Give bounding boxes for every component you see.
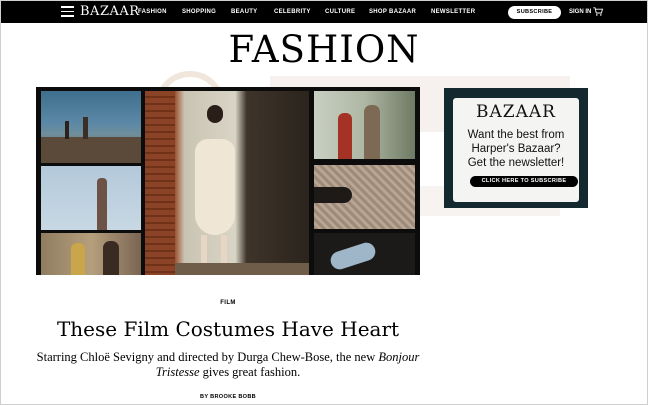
ad-line-1: Want the best from: [467, 129, 565, 141]
dek-suffix: gives great fashion.: [199, 365, 301, 379]
ad-subscribe-button[interactable]: CLICK HERE TO SUBSCRIBE: [470, 176, 578, 187]
subscribe-button[interactable]: SUBSCRIBE: [508, 6, 561, 19]
article-category-label[interactable]: FILM: [0, 299, 456, 307]
sign-in-link[interactable]: SIGN IN: [569, 8, 591, 16]
newsletter-ad-card: BAZAAR Want the best from Harper's Bazaa…: [453, 98, 579, 202]
nav-link-newsletter[interactable]: NEWSLETTER: [431, 8, 475, 16]
article-byline[interactable]: BY BROOKE BOBB: [0, 394, 456, 401]
nav-link-fashion[interactable]: FASHION: [138, 8, 167, 16]
nav-link-shop-bazaar[interactable]: SHOP BAZAAR: [369, 8, 416, 16]
photo-couple-portrait: [314, 91, 415, 159]
hero-photo-collage[interactable]: [36, 87, 420, 275]
section-title: FASHION: [228, 28, 420, 71]
nav-link-celebrity[interactable]: CELEBRITY: [274, 8, 311, 16]
ad-bazaar-logo: BAZAAR: [476, 102, 556, 122]
top-navigation-bar: BAZAAR FASHION SHOPPING BEAUTY CELEBRITY…: [1, 1, 647, 23]
article-headline[interactable]: These Film Costumes Have Heart: [0, 316, 456, 342]
photo-woman-corset-dress: [145, 91, 309, 275]
nav-link-culture[interactable]: CULTURE: [325, 8, 355, 16]
hamburger-menu-icon[interactable]: [61, 6, 74, 17]
bazaar-logo[interactable]: BAZAAR: [80, 4, 140, 20]
shopping-cart-icon[interactable]: [593, 7, 603, 16]
photo-hand-on-fabric: [314, 165, 415, 229]
newsletter-ad[interactable]: BAZAAR Want the best from Harper's Bazaa…: [444, 88, 588, 208]
photo-woman-in-sky: [41, 166, 141, 230]
photo-friends-group: [41, 233, 141, 275]
nav-link-shopping[interactable]: SHOPPING: [182, 8, 216, 16]
photo-seaside-rocks: [41, 91, 141, 163]
dek-prefix: Starring Chloë Sevigny and directed by D…: [36, 350, 379, 364]
nav-link-beauty[interactable]: BEAUTY: [231, 8, 257, 16]
ad-line-2: Harper's Bazaar?: [471, 143, 561, 155]
article-dek: Starring Chloë Sevigny and directed by D…: [36, 350, 420, 380]
ad-headline: Want the best from Harper's Bazaar? Get …: [457, 128, 575, 170]
photo-sunglasses-closeup: [314, 233, 415, 275]
ad-line-3: Get the newsletter!: [467, 157, 565, 169]
